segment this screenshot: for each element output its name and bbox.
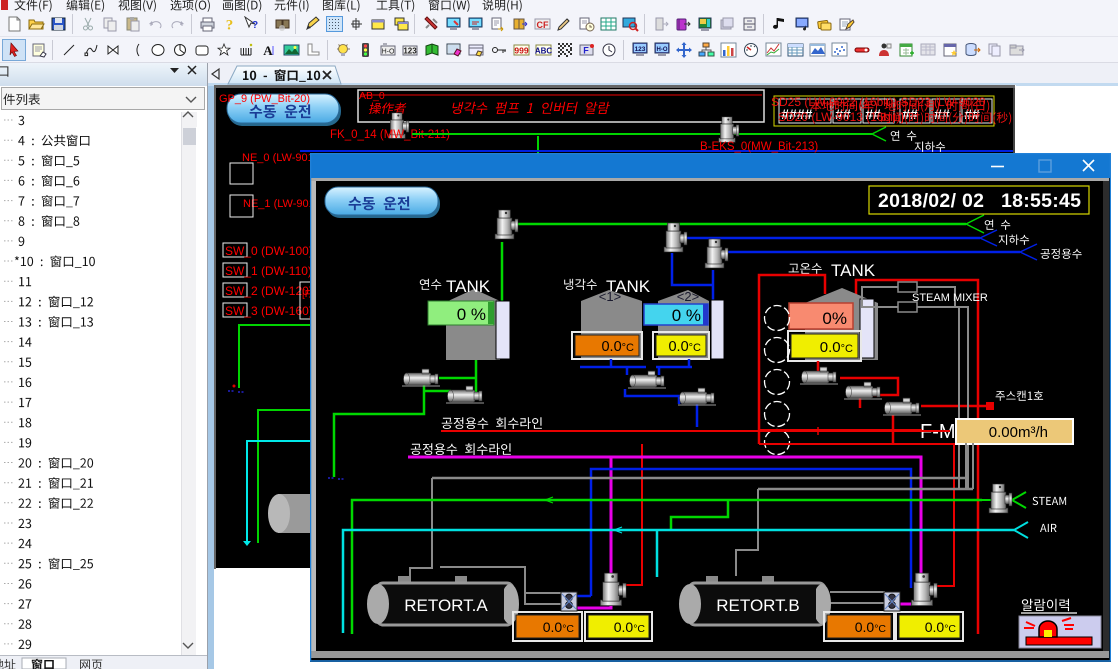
svg-text:?: ? (226, 17, 234, 32)
svg-text:2018/02/ 02: 2018/02/ 02 (878, 190, 984, 212)
svg-text:0.0°C: 0.0°C (668, 339, 701, 355)
svg-text:CF: CF (536, 20, 548, 30)
svg-text:AB_0: AB_0 (359, 90, 385, 102)
svg-text:SW_1 (DW-110): SW_1 (DW-110) (225, 264, 312, 278)
svg-text:B-EKS_0(MW_Bit-213): B-EKS_0(MW_Bit-213) (700, 141, 818, 153)
svg-text:0.00m³/h: 0.00m³/h (989, 424, 1048, 441)
svg-text:0%: 0% (822, 309, 847, 328)
svg-text:TANK: TANK (831, 261, 876, 280)
svg-text:TANK: TANK (446, 277, 491, 296)
svg-text:0 %: 0 % (457, 305, 486, 324)
svg-text:H-O: H-O (381, 48, 394, 55)
svg-text:123: 123 (634, 46, 645, 53)
svg-text:F: F (584, 45, 590, 55)
svg-text:GP_9 (PW_Bit-20): GP_9 (PW_Bit-20) (219, 93, 310, 105)
svg-text:999: 999 (514, 45, 528, 55)
svg-text:RETORT.A: RETORT.A (404, 596, 488, 615)
svg-text:0.0°C: 0.0°C (601, 339, 634, 355)
svg-text:<2>: <2> (677, 289, 699, 304)
svg-text:A: A (263, 43, 273, 58)
svg-text:18:55:45: 18:55:45 (1001, 190, 1081, 212)
svg-text:ABC: ABC (535, 46, 552, 55)
svg-text:?: ? (252, 20, 258, 31)
svg-text:0 %: 0 % (672, 306, 701, 325)
svg-text:SD20 (LW-9013 (16bit)): SD20 (LW-9013 (16bit)) (778, 110, 904, 124)
svg-text:H-O: H-O (656, 47, 667, 53)
svg-text:123: 123 (403, 46, 417, 55)
svg-text:<1>: <1> (599, 289, 621, 304)
svg-text:RETORT.B: RETORT.B (716, 596, 799, 615)
svg-text:STEAM MIXER: STEAM MIXER (912, 292, 988, 304)
svg-text:SW_0 (DW-100): SW_0 (DW-100) (225, 244, 313, 258)
